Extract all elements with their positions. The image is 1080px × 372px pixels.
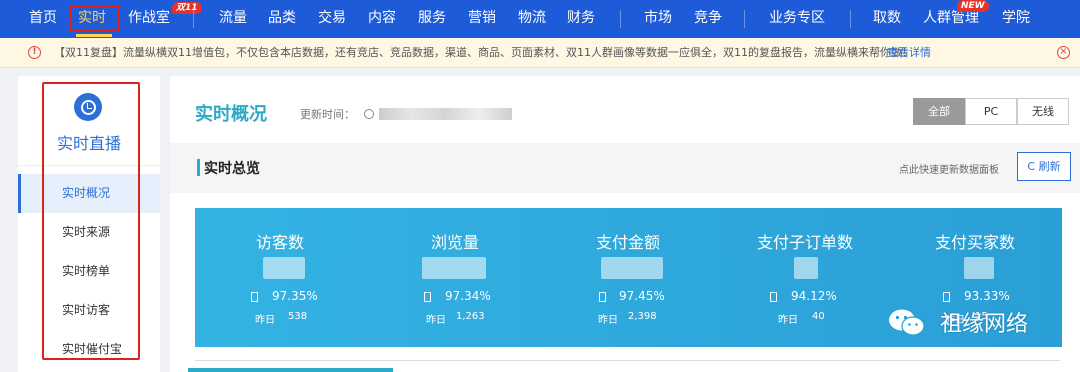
overview-header: 实时总览 点此快速更新数据面板 C 刷新 — [170, 143, 1080, 193]
metric-value-blurred — [601, 257, 663, 279]
metric-title: 访客数 — [255, 233, 304, 252]
notice-details-link[interactable]: 查看详情 — [887, 38, 931, 68]
clock-icon — [364, 109, 374, 119]
metric-value-blurred — [794, 257, 818, 279]
metric-value-blurred — [263, 257, 305, 279]
nav-item-marketing[interactable]: 营销 — [468, 0, 496, 38]
metric-value-blurred — [422, 257, 486, 279]
mobile-icon — [599, 292, 606, 302]
nav-item-competition[interactable]: 竞争 — [694, 0, 722, 38]
nav-item-service[interactable]: 服务 — [418, 0, 446, 38]
update-time-value-blurred — [379, 108, 512, 120]
metric-visitors: 访客数 97.35% 昨日 538 — [195, 208, 365, 347]
nav-item-fetch-data[interactable]: 取数 — [873, 0, 901, 38]
nav-item-finance[interactable]: 财务 — [567, 0, 595, 38]
metric-yesterday-value: 2,398 — [628, 311, 657, 322]
mobile-icon — [424, 292, 431, 302]
metric-percent: 97.35% — [272, 289, 318, 303]
new-badge: NEW — [957, 0, 989, 12]
nav-item-transaction[interactable]: 交易 — [318, 0, 346, 38]
nav-item-content[interactable]: 内容 — [368, 0, 396, 38]
notice-bar: ! 【双11复盘】流量纵横双11增值包，不仅包含本店数据，还有竞店、竞品数据，渠… — [0, 38, 1080, 68]
nav-item-academy[interactable]: 学院 — [1002, 0, 1030, 38]
close-icon[interactable]: × — [1057, 46, 1070, 59]
nav-separator — [850, 10, 851, 28]
top-nav-bar: 首页 实时 作战室 双11 流量 品类 交易 内容 服务 营销 物流 财务 市场… — [0, 0, 1080, 38]
metric-value-blurred — [964, 257, 994, 279]
metric-yesterday-label: 昨日 — [426, 315, 446, 326]
segment-pc[interactable]: PC — [965, 98, 1017, 125]
metric-sub-orders: 支付子订单数 94.12% 昨日 40 — [720, 208, 890, 347]
watermark-text: 祖缘网络 — [940, 312, 1029, 337]
metric-yesterday-value: 1,263 — [456, 311, 485, 322]
nav-item-logistics[interactable]: 物流 — [518, 0, 546, 38]
divider — [195, 360, 1060, 361]
nav-separator — [620, 10, 621, 28]
active-tab-underline — [76, 34, 112, 37]
nav-item-business-zone[interactable]: 业务专区 — [769, 0, 825, 38]
section-marker — [197, 159, 200, 176]
wechat-icon — [889, 309, 925, 336]
metric-title: 支付金额 — [595, 233, 660, 252]
tab-indicator — [188, 368, 393, 372]
nav-item-category[interactable]: 品类 — [268, 0, 296, 38]
page-title: 实时概况 — [195, 104, 267, 125]
metric-yesterday-value: 40 — [812, 311, 825, 322]
metric-percent: 97.34% — [445, 289, 491, 303]
nav-item-war-room[interactable]: 作战室 — [128, 0, 170, 38]
notice-text: 【双11复盘】流量纵横双11增值包，不仅包含本店数据，还有竞店、竞品数据，渠道、… — [54, 46, 913, 59]
segment-wireless[interactable]: 无线 — [1017, 98, 1069, 125]
mobile-icon — [943, 292, 950, 302]
metric-payment-amount: 支付金额 97.45% 昨日 2,398 — [543, 208, 713, 347]
highlight-box-realtime — [69, 5, 119, 32]
nav-item-traffic[interactable]: 流量 — [219, 0, 247, 38]
metric-title: 支付买家数 — [934, 233, 1015, 252]
nav-separator — [193, 10, 194, 28]
nav-separator — [744, 10, 745, 28]
double11-badge: 双11 — [172, 2, 202, 14]
metrics-panel: 访客数 97.35% 昨日 538 浏览量 97.34% 昨日 1,263 支付… — [195, 208, 1062, 347]
metric-yesterday-label: 昨日 — [778, 315, 798, 326]
metric-yesterday-label: 昨日 — [255, 315, 275, 326]
metric-yesterday-value: 538 — [288, 311, 308, 322]
highlight-box-sidebar — [42, 82, 140, 360]
metric-percent: 97.45% — [619, 289, 665, 303]
metric-title: 支付子订单数 — [756, 233, 853, 252]
mobile-icon — [251, 292, 258, 302]
mobile-icon — [770, 292, 777, 302]
segment-all[interactable]: 全部 — [913, 98, 965, 125]
update-time-label: 更新时间： — [300, 108, 355, 121]
metric-title: 浏览量 — [430, 233, 479, 252]
section-title: 实时总览 — [204, 161, 260, 177]
metric-yesterday-label: 昨日 — [598, 315, 618, 326]
refresh-button[interactable]: C 刷新 — [1017, 152, 1071, 181]
nav-item-home[interactable]: 首页 — [29, 0, 57, 38]
metric-percent: 94.12% — [791, 289, 837, 303]
refresh-hint: 点此快速更新数据面板 — [899, 165, 999, 176]
metric-percent: 93.33% — [964, 289, 1010, 303]
nav-item-market[interactable]: 市场 — [644, 0, 672, 38]
warning-icon: ! — [28, 46, 41, 59]
metric-pageviews: 浏览量 97.34% 昨日 1,263 — [370, 208, 540, 347]
